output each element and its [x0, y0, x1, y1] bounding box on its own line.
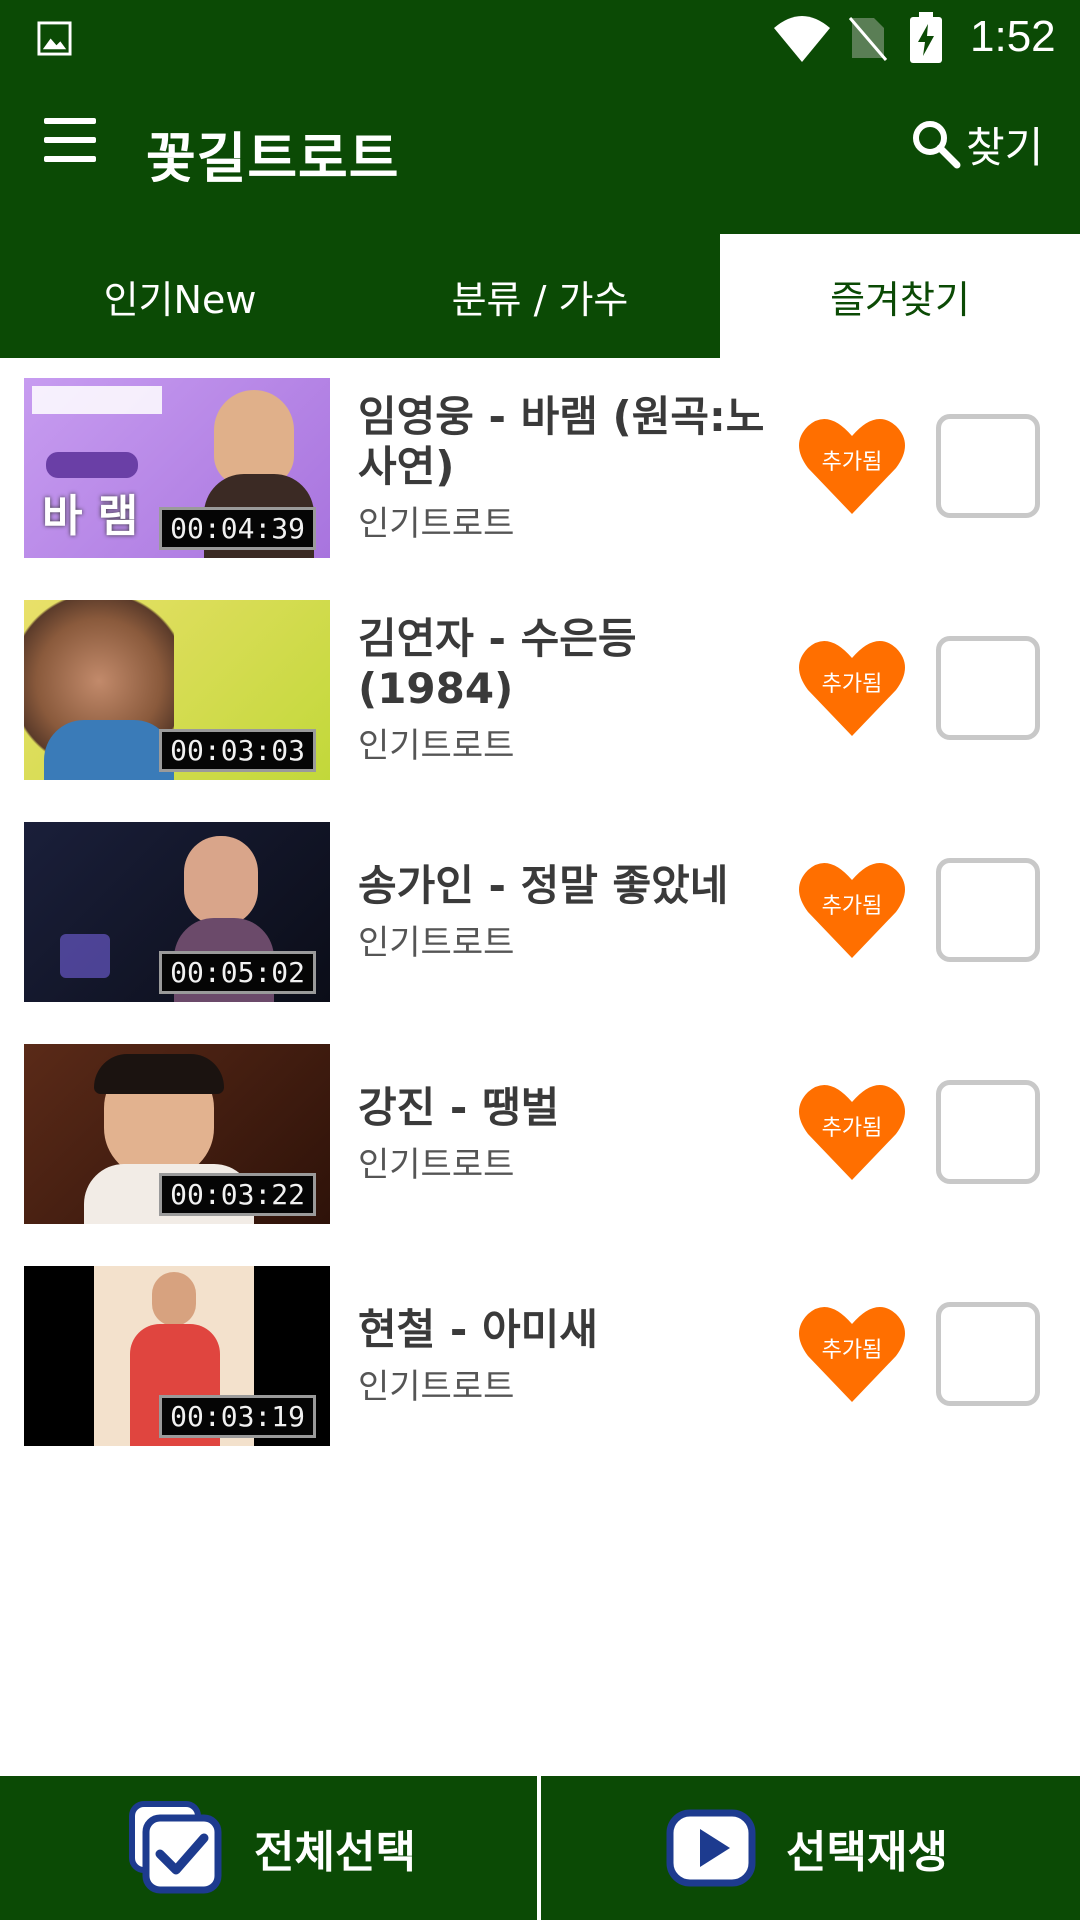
list-item: 00:05:02 송가인 - 정말 좋았네 인기트로트 추가됨	[0, 802, 1080, 1024]
select-checkbox[interactable]	[936, 636, 1040, 740]
video-thumbnail[interactable]: 00:03:03	[24, 600, 330, 780]
list-item: 00:03:22 강진 - 땡벌 인기트로트 추가됨	[0, 1024, 1080, 1246]
item-title: 김연자 - 수은등 (1984)	[358, 613, 637, 713]
app-title: 꽃길트로트	[146, 127, 400, 190]
favorite-label: 추가됨	[821, 450, 883, 475]
select-checkbox[interactable]	[936, 1302, 1040, 1406]
item-title: 송가인 - 정말 좋았네	[358, 860, 729, 910]
no-sim-icon	[848, 17, 888, 61]
select-all-button[interactable]: 전체선택	[128, 1776, 416, 1920]
item-source: 인기트로트	[358, 922, 515, 963]
tab-category-singer[interactable]: 분류 / 가수	[360, 234, 720, 358]
video-duration: 00:04:39	[159, 507, 316, 550]
video-thumbnail[interactable]: 00:05:02	[24, 822, 330, 1002]
item-source: 인기트로트	[358, 1366, 515, 1407]
menu-button[interactable]	[44, 118, 100, 164]
video-duration: 00:03:03	[159, 729, 316, 772]
search-icon	[913, 121, 961, 169]
select-checkbox[interactable]	[936, 1080, 1040, 1184]
video-thumbnail[interactable]: 바 램 00:04:39	[24, 378, 330, 558]
video-thumbnail[interactable]: 00:03:19	[24, 1266, 330, 1446]
image-notification-icon	[37, 21, 72, 56]
thumbnail-caption: 바 램	[42, 491, 139, 542]
favorite-label: 추가됨	[821, 894, 883, 919]
search-label: 찾기	[966, 122, 1044, 172]
play-icon	[666, 1809, 756, 1887]
item-info[interactable]: 김연자 - 수은등 (1984) 인기트로트	[358, 600, 778, 780]
favorite-button[interactable]: 추가됨	[796, 414, 908, 518]
list-item: 바 램 00:04:39 임영웅 - 바램 (원곡:노사연) 인기트로트 추가됨	[0, 358, 1080, 580]
select-checkbox[interactable]	[936, 858, 1040, 962]
item-info[interactable]: 현철 - 아미새 인기트로트	[358, 1266, 778, 1446]
bottom-action-bar: 전체선택 선택재생	[0, 1776, 1080, 1920]
favorite-label: 추가됨	[821, 672, 883, 697]
item-title: 임영웅 - 바램 (원곡:노사연)	[358, 391, 765, 491]
video-duration: 00:03:19	[159, 1395, 316, 1438]
favorite-label: 추가됨	[821, 1116, 883, 1141]
video-duration: 00:03:22	[159, 1173, 316, 1216]
list-item: 00:03:03 김연자 - 수은등 (1984) 인기트로트 추가됨	[0, 580, 1080, 802]
favorite-button[interactable]: 추가됨	[796, 636, 908, 740]
tab-popular-new[interactable]: 인기New	[0, 234, 360, 358]
status-bar: 1:52	[0, 0, 1080, 78]
item-source: 인기트로트	[358, 503, 515, 544]
item-info[interactable]: 강진 - 땡벌 인기트로트	[358, 1044, 778, 1224]
favorite-label: 추가됨	[821, 1338, 883, 1363]
app-bar: 꽃길트로트 찾기	[0, 78, 1080, 234]
list-item: 00:03:19 현철 - 아미새 인기트로트 추가됨	[0, 1246, 1080, 1468]
tab-favorites[interactable]: 즐겨찾기	[720, 234, 1080, 358]
battery-charging-icon	[910, 12, 942, 63]
item-source: 인기트로트	[358, 725, 515, 766]
status-time: 1:52	[970, 12, 1056, 61]
search-button[interactable]: 찾기	[910, 112, 1043, 176]
select-all-icon	[129, 1801, 222, 1894]
item-title: 강진 - 땡벌	[358, 1082, 560, 1132]
item-info[interactable]: 송가인 - 정말 좋았네 인기트로트	[358, 822, 778, 1002]
video-thumbnail[interactable]: 00:03:22	[24, 1044, 330, 1224]
favorite-button[interactable]: 추가됨	[796, 1080, 908, 1184]
favorite-button[interactable]: 추가됨	[796, 858, 908, 962]
item-info[interactable]: 임영웅 - 바램 (원곡:노사연) 인기트로트	[358, 378, 778, 558]
favorite-button[interactable]: 추가됨	[796, 1302, 908, 1406]
select-checkbox[interactable]	[936, 414, 1040, 518]
select-all-label: 전체선택	[254, 1827, 416, 1878]
item-source: 인기트로트	[358, 1144, 515, 1185]
play-selected-label: 선택재생	[786, 1827, 948, 1878]
tab-bar: 인기New 분류 / 가수 즐겨찾기	[0, 234, 1080, 358]
play-selected-button[interactable]: 선택재생	[666, 1776, 948, 1920]
wifi-icon	[774, 16, 830, 62]
bottom-divider	[537, 1776, 541, 1920]
video-duration: 00:05:02	[159, 951, 316, 994]
item-title: 현철 - 아미새	[358, 1304, 598, 1354]
favorites-list: 바 램 00:04:39 임영웅 - 바램 (원곡:노사연) 인기트로트 추가됨…	[0, 358, 1080, 1468]
